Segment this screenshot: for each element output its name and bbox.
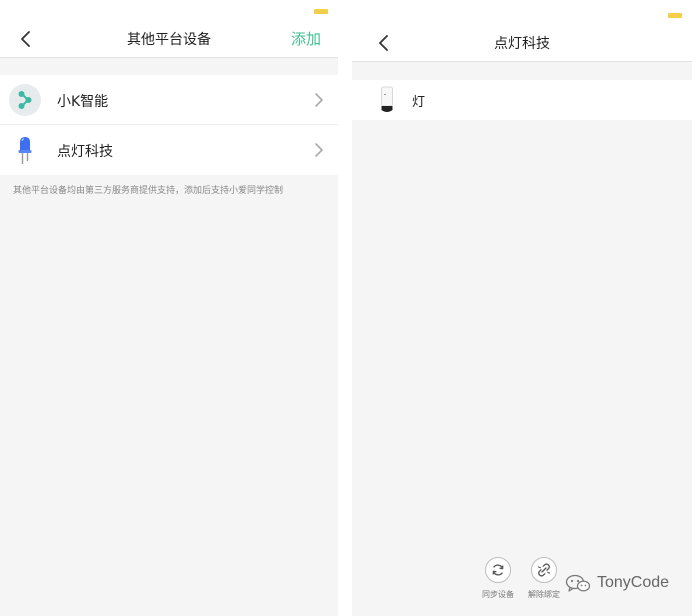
platform-label: 小K智能 [57,94,109,110]
status-bar [0,0,338,20]
smart-lamp-icon[interactable] [380,86,394,114]
sync-icon [485,557,511,583]
other-platform-devices-screen: 其他平台设备 添加 小K智能 点灯科技 其他平台设备均由第三方服务商提供支持，添… [0,0,338,616]
navigation-bar: 其他平台设备 添加 [0,20,338,58]
back-arrow-icon[interactable] [16,29,36,49]
platform-item-diandeng[interactable]: 点灯科技 [0,125,338,175]
page-title: 其他平台设备 [127,32,211,48]
unlink-icon [531,557,557,583]
platform-item-xiaok[interactable]: 小K智能 [0,75,338,125]
back-arrow-icon[interactable] [374,33,394,53]
page-title: 点灯科技 [494,36,550,52]
platform-detail-screen: 点灯科技 灯 同步设备 解除绑定 [352,0,692,616]
add-button[interactable]: 添加 [291,28,321,49]
chevron-right-icon [315,143,323,157]
status-bar [352,0,692,24]
device-label[interactable]: 灯 [412,91,425,110]
navigation-bar: 点灯科技 [352,24,692,62]
chevron-right-icon [315,93,323,107]
wechat-icon [565,574,591,592]
battery-icon [314,9,328,14]
battery-icon [668,13,682,18]
watermark-text: TonyCode [597,574,670,591]
platform-label: 点灯科技 [57,144,113,160]
device-list: 灯 [352,80,692,120]
led-bulb-icon [18,137,32,164]
platform-footnote: 其他平台设备均由第三方服务商提供支持，添加后支持小爱同学控制 [13,186,284,196]
platform-list: 小K智能 点灯科技 [0,75,338,175]
share-nodes-icon [9,84,41,116]
